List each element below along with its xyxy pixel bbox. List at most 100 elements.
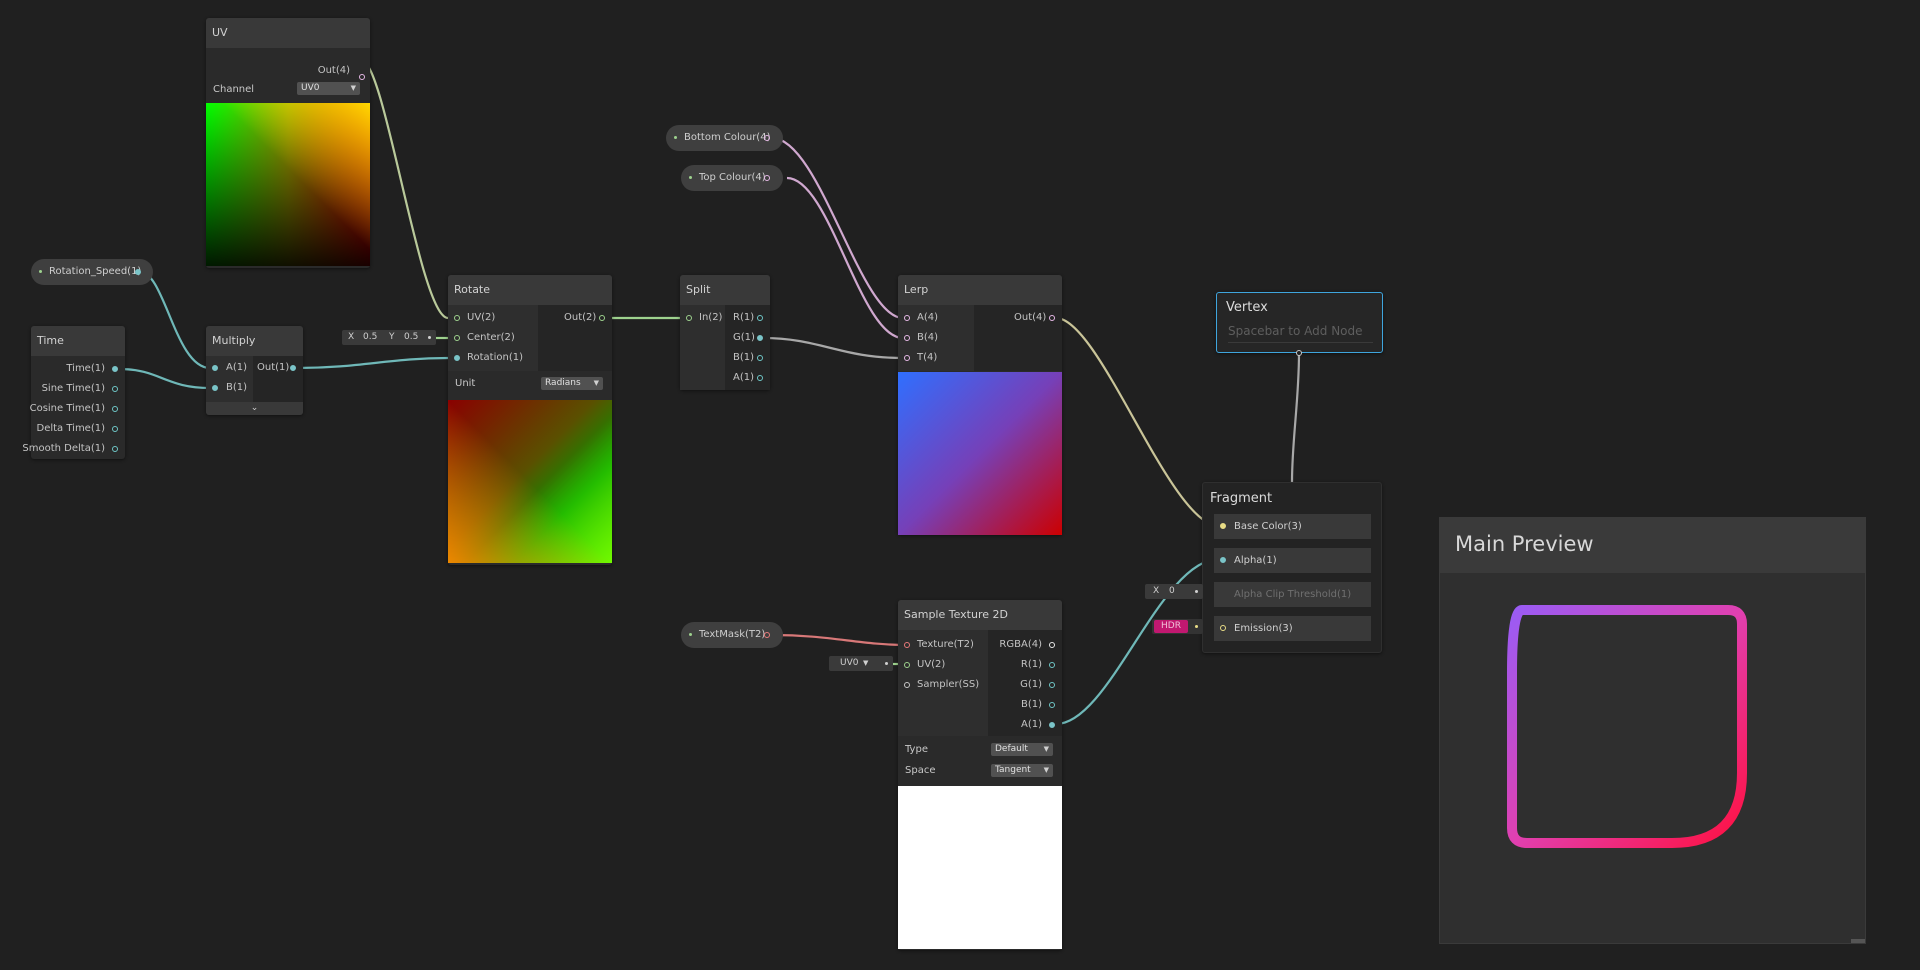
rotate-in-uv: UV(2) xyxy=(467,312,496,323)
main-preview-render[interactable] xyxy=(1440,573,1865,943)
lerp-port-out[interactable] xyxy=(1049,315,1055,321)
time-port-sine[interactable] xyxy=(112,386,118,392)
chevron-down-icon[interactable]: ⌄ xyxy=(206,402,303,415)
emission-hdr-default[interactable]: HDR xyxy=(1152,619,1203,634)
sample-texture-type-dropdown[interactable]: Default ▼ xyxy=(991,743,1053,756)
bottom-colour-port[interactable] xyxy=(764,135,770,141)
rotate-port-center[interactable] xyxy=(454,335,460,341)
wire-textmask-to-texture xyxy=(771,633,908,647)
main-preview-header[interactable]: Main Preview xyxy=(1440,518,1865,573)
slot-base-color[interactable]: Base Color(3) xyxy=(1214,514,1371,539)
rotate-center-x-field[interactable]: 0.5 xyxy=(363,330,377,345)
property-top-colour[interactable]: Top Colour(4) xyxy=(681,165,783,191)
time-port-cosine[interactable] xyxy=(112,406,118,412)
sample-texture-port-b[interactable] xyxy=(1049,702,1055,708)
time-port-time[interactable] xyxy=(112,366,118,372)
rotate-in-rotation: Rotation(1) xyxy=(467,352,523,363)
uv-node[interactable]: UV Out(4) Channel UV0 ▼ xyxy=(206,18,370,268)
resize-handle-icon[interactable] xyxy=(1851,939,1865,943)
slot-alpha-clip-threshold[interactable]: Alpha Clip Threshold(1) xyxy=(1214,582,1371,607)
sample-texture-port-uv[interactable] xyxy=(904,662,910,668)
uv-channel-dropdown[interactable]: UV0 ▼ xyxy=(297,82,360,95)
sample-texture-port-a[interactable] xyxy=(1049,722,1055,728)
base-color-port[interactable] xyxy=(1220,523,1226,529)
vertex-add-node-placeholder[interactable]: Spacebar to Add Node xyxy=(1228,324,1373,343)
split-port-in[interactable] xyxy=(686,315,692,321)
multiply-in-b: B(1) xyxy=(226,382,248,393)
fragment-block[interactable]: Fragment Base Color(3) Alpha(1) Alpha Cl… xyxy=(1202,482,1382,653)
property-bottom-colour-label: Bottom Colour(4) xyxy=(684,132,771,143)
time-node[interactable]: Time Time(1) Sine Time(1) Cosine Time(1)… xyxy=(22,326,125,459)
multiply-node[interactable]: Multiply A(1) B(1) Out(1) ⌄ xyxy=(206,326,303,415)
split-port-b[interactable] xyxy=(757,355,763,361)
lerp-in-t: T(4) xyxy=(917,352,938,363)
property-text-mask[interactable]: TextMask(T2) xyxy=(681,622,783,648)
graph-canvas[interactable]: UV Out(4) Channel UV0 ▼ Time Time(1) Sine… xyxy=(0,0,1920,970)
rotate-center-y-label: Y xyxy=(389,332,395,342)
chevron-down-icon: ▼ xyxy=(593,379,599,387)
alpha-port[interactable] xyxy=(1220,557,1226,563)
slot-emission[interactable]: Emission(3) xyxy=(1214,616,1371,641)
lerp-in-a: A(4) xyxy=(917,312,939,323)
sample-texture-port-texture[interactable] xyxy=(904,642,910,648)
sample-texture-port-rgba[interactable] xyxy=(1049,642,1055,648)
rotate-unit-dropdown[interactable]: Radians ▼ xyxy=(541,377,603,390)
emission-hdr-badge[interactable]: HDR xyxy=(1154,620,1188,633)
center-default-dot xyxy=(428,336,431,339)
property-rotation-speed[interactable]: Rotation_Speed(1) xyxy=(31,259,153,285)
sample-texture-uv-default[interactable]: UV0 ▼ xyxy=(829,656,893,671)
rotate-port-rotation[interactable] xyxy=(454,355,460,361)
wire-top-to-lerp xyxy=(786,176,904,340)
slot-base-color-label: Base Color(3) xyxy=(1234,521,1302,532)
split-port-r[interactable] xyxy=(757,315,763,321)
multiply-port-b[interactable] xyxy=(212,385,218,391)
slot-alpha[interactable]: Alpha(1) xyxy=(1214,548,1371,573)
sample-texture-2d-node[interactable]: Sample Texture 2D Texture(T2) UV(2) Samp… xyxy=(898,600,1062,950)
sample-texture-port-g[interactable] xyxy=(1049,682,1055,688)
alpha-clip-x-field[interactable]: 0 xyxy=(1169,584,1175,599)
rotate-port-out[interactable] xyxy=(599,315,605,321)
lerp-port-b[interactable] xyxy=(904,335,910,341)
time-port-delta[interactable] xyxy=(112,426,118,432)
time-out-sine: Sine Time(1) xyxy=(41,383,105,394)
split-port-a[interactable] xyxy=(757,375,763,381)
emission-port[interactable] xyxy=(1220,625,1226,631)
rotate-node[interactable]: Rotate UV(2) Center(2) Rotation(1) Out(2… xyxy=(448,275,612,565)
split-out-g: G(1) xyxy=(733,332,755,343)
sample-texture-uv-default-value: UV0 xyxy=(840,658,859,668)
wire-lerp-to-basecolor xyxy=(1055,316,1220,528)
lerp-port-a[interactable] xyxy=(904,315,910,321)
text-mask-port[interactable] xyxy=(764,632,770,638)
main-preview-panel[interactable]: Main Preview xyxy=(1439,517,1866,944)
rotate-center-default[interactable]: X 0.5 Y 0.5 xyxy=(342,330,436,345)
multiply-out: Out(1) xyxy=(257,362,290,373)
multiply-port-a[interactable] xyxy=(212,365,218,371)
sample-texture-port-sampler[interactable] xyxy=(904,682,910,688)
sample-texture-port-r[interactable] xyxy=(1049,662,1055,668)
sample-texture-out-b: B(1) xyxy=(1020,699,1042,710)
rotation-speed-port[interactable] xyxy=(135,269,141,275)
rotate-center-y-field[interactable]: 0.5 xyxy=(404,330,418,345)
time-port-smooth-delta[interactable] xyxy=(112,446,118,452)
property-bottom-colour[interactable]: Bottom Colour(4) xyxy=(666,125,783,151)
uv-preview-tint xyxy=(206,103,370,266)
vertex-out-port[interactable] xyxy=(1296,350,1302,356)
vertex-block[interactable]: Vertex Spacebar to Add Node xyxy=(1216,292,1383,353)
sample-texture-in-sampler: Sampler(SS) xyxy=(917,679,980,690)
rotate-port-uv[interactable] xyxy=(454,315,460,321)
rotate-out: Out(2) xyxy=(564,312,597,323)
top-colour-port[interactable] xyxy=(764,175,770,181)
lerp-out: Out(4) xyxy=(1014,312,1047,323)
alpha-clip-default[interactable]: X 0 xyxy=(1145,584,1203,599)
uv-out-port[interactable] xyxy=(359,74,365,80)
sample-texture-space-dropdown[interactable]: Tangent ▼ xyxy=(991,764,1053,777)
lerp-node[interactable]: Lerp A(4) B(4) T(4) Out(4) xyxy=(898,275,1062,535)
multiply-port-out[interactable] xyxy=(290,365,296,371)
sample-texture-title: Sample Texture 2D xyxy=(898,600,1062,630)
split-port-g[interactable] xyxy=(757,335,763,341)
sample-texture-out-a: A(1) xyxy=(1020,719,1042,730)
multiply-node-title: Multiply xyxy=(206,326,303,356)
time-out-cosine: Cosine Time(1) xyxy=(29,403,105,414)
split-node[interactable]: Split In(2) R(1) G(1) B(1) A(1) xyxy=(680,275,770,390)
lerp-port-t[interactable] xyxy=(904,355,910,361)
